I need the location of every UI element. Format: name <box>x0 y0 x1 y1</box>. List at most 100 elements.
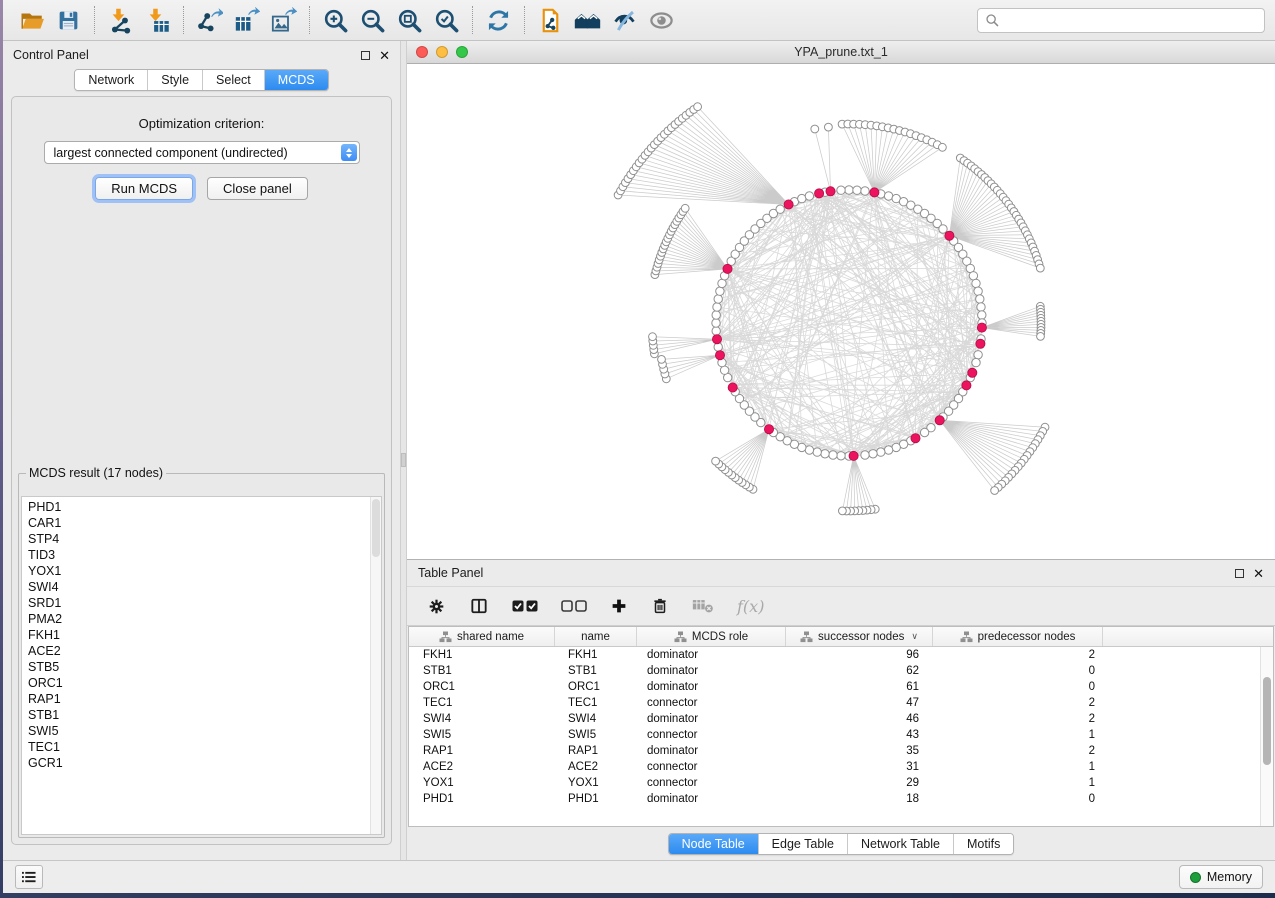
float-table-panel-icon[interactable] <box>1235 569 1244 578</box>
network-window-titlebar[interactable]: YPA_prune.txt_1 <box>407 41 1275 64</box>
zoom-out-button[interactable] <box>354 4 391 36</box>
export-table-button[interactable] <box>228 4 265 36</box>
open-folder-icon <box>19 7 45 33</box>
mcds-result-item[interactable]: SWI4 <box>28 579 381 595</box>
save-session-button[interactable] <box>50 4 87 36</box>
show-columns-button[interactable] <box>469 596 489 616</box>
mcds-result-item[interactable]: ACE2 <box>28 643 381 659</box>
mcds-result-item[interactable]: PHD1 <box>28 499 381 515</box>
select-all-button[interactable] <box>512 600 538 613</box>
column-header-mcds-role[interactable]: MCDS role <box>637 627 786 646</box>
mcds-result-list[interactable]: PHD1CAR1STP4TID3YOX1SWI4SRD1PMA2FKH1ACE2… <box>21 496 382 835</box>
mcds-result-item[interactable]: CAR1 <box>28 515 381 531</box>
column-header-successor-nodes[interactable]: successor nodes∨ <box>786 627 933 646</box>
apply-layout-button[interactable] <box>480 4 517 36</box>
column-header-name[interactable]: name <box>555 627 637 646</box>
zoom-in-button[interactable] <box>317 4 354 36</box>
cell-shared-name: FKH1 <box>409 649 555 661</box>
mcds-result-item[interactable]: STB1 <box>28 707 381 723</box>
column-type-icon <box>960 631 973 643</box>
vertical-splitter[interactable] <box>400 41 407 860</box>
tab-motifs[interactable]: Motifs <box>954 834 1013 854</box>
hide-selected-button[interactable] <box>606 4 643 36</box>
import-table-button[interactable] <box>139 4 176 36</box>
mcds-result-item[interactable]: STP4 <box>28 531 381 547</box>
cell-name: ORC1 <box>555 681 637 693</box>
table-row[interactable]: ORC1ORC1dominator610 <box>409 679 1273 695</box>
table-row[interactable]: SWI5SWI5connector431 <box>409 727 1273 743</box>
cell-predecessor-nodes: 2 <box>933 697 1103 709</box>
column-header-predecessor-nodes[interactable]: predecessor nodes <box>933 627 1103 646</box>
table-row[interactable]: PHD1PHD1dominator180 <box>409 791 1273 807</box>
network-canvas[interactable] <box>407 64 1275 559</box>
splitter-grip[interactable] <box>401 453 406 467</box>
maximize-window-icon[interactable] <box>456 46 468 58</box>
mcds-result-item[interactable]: STB5 <box>28 659 381 675</box>
close-panel-icon[interactable]: ✕ <box>379 49 390 62</box>
create-column-button[interactable] <box>610 597 628 615</box>
tab-node-table[interactable]: Node Table <box>669 834 759 854</box>
search-icon <box>985 13 999 27</box>
table-row[interactable]: FKH1FKH1dominator962 <box>409 647 1273 663</box>
zoom-selected-button[interactable] <box>428 4 465 36</box>
toolbar-separator <box>183 6 184 34</box>
table-body: FKH1FKH1dominator962STB1STB1dominator620… <box>409 647 1273 826</box>
open-file-button[interactable] <box>13 4 50 36</box>
new-network-from-selection-button[interactable] <box>532 4 569 36</box>
first-neighbors-button[interactable] <box>569 4 606 36</box>
mcds-result-item[interactable]: GCR1 <box>28 755 381 771</box>
tab-network-table[interactable]: Network Table <box>848 834 954 854</box>
task-history-button[interactable] <box>15 865 43 889</box>
table-scrollbar[interactable] <box>1260 647 1273 826</box>
mcds-result-item[interactable]: ORC1 <box>28 675 381 691</box>
column-type-icon <box>674 631 687 643</box>
mcds-result-item[interactable]: SWI5 <box>28 723 381 739</box>
cell-mcds-role: dominator <box>637 681 786 693</box>
memory-button[interactable]: Memory <box>1179 865 1263 889</box>
tab-mcds[interactable]: MCDS <box>265 70 328 90</box>
mcds-result-item[interactable]: SRD1 <box>28 595 381 611</box>
result-scrollbar[interactable] <box>370 497 381 834</box>
cytoscape-window: Control Panel ✕ NetworkStyleSelectMCDS O… <box>3 0 1275 893</box>
tab-edge-table[interactable]: Edge Table <box>759 834 848 854</box>
deselect-all-button[interactable] <box>561 600 587 613</box>
table-row[interactable]: YOX1YOX1connector291 <box>409 775 1273 791</box>
close-panel-button[interactable]: Close panel <box>207 177 308 200</box>
cell-successor-nodes: 46 <box>786 713 933 725</box>
cell-predecessor-nodes: 2 <box>933 713 1103 725</box>
table-scroll-thumb[interactable] <box>1263 677 1271 765</box>
tab-style[interactable]: Style <box>148 70 203 90</box>
zoom-selected-icon <box>433 7 460 34</box>
column-header-shared-name[interactable]: shared name <box>409 627 555 646</box>
table-row[interactable]: STB1STB1dominator620 <box>409 663 1273 679</box>
mcds-result-item[interactable]: TID3 <box>28 547 381 563</box>
cell-shared-name: ACE2 <box>409 761 555 773</box>
first-neighbors-icon <box>573 6 602 35</box>
fit-content-button[interactable] <box>391 4 428 36</box>
close-table-panel-icon[interactable]: ✕ <box>1253 567 1264 580</box>
export-image-button[interactable] <box>265 4 302 36</box>
search-input[interactable] <box>1004 12 1257 28</box>
export-network-button[interactable] <box>191 4 228 36</box>
close-window-icon[interactable] <box>416 46 428 58</box>
mcds-result-item[interactable]: YOX1 <box>28 563 381 579</box>
table-row[interactable]: SWI4SWI4dominator462 <box>409 711 1273 727</box>
import-network-button[interactable] <box>102 4 139 36</box>
minimize-window-icon[interactable] <box>436 46 448 58</box>
table-options-button[interactable] <box>427 597 446 616</box>
delete-column-button[interactable] <box>651 597 669 615</box>
table-row[interactable]: RAP1RAP1dominator352 <box>409 743 1273 759</box>
mcds-result-item[interactable]: FKH1 <box>28 627 381 643</box>
float-panel-icon[interactable] <box>361 51 370 60</box>
mcds-result-item[interactable]: RAP1 <box>28 691 381 707</box>
mcds-result-item[interactable]: PMA2 <box>28 611 381 627</box>
run-mcds-button[interactable]: Run MCDS <box>95 177 193 200</box>
tab-network[interactable]: Network <box>75 70 148 90</box>
optimization-criterion-select[interactable]: largest connected component (undirected) <box>44 141 360 164</box>
result-scroll-thumb[interactable] <box>372 499 380 557</box>
table-row[interactable]: ACE2ACE2connector311 <box>409 759 1273 775</box>
show-all-button[interactable] <box>643 4 680 36</box>
mcds-result-item[interactable]: TEC1 <box>28 739 381 755</box>
table-row[interactable]: TEC1TEC1connector472 <box>409 695 1273 711</box>
tab-select[interactable]: Select <box>203 70 265 90</box>
